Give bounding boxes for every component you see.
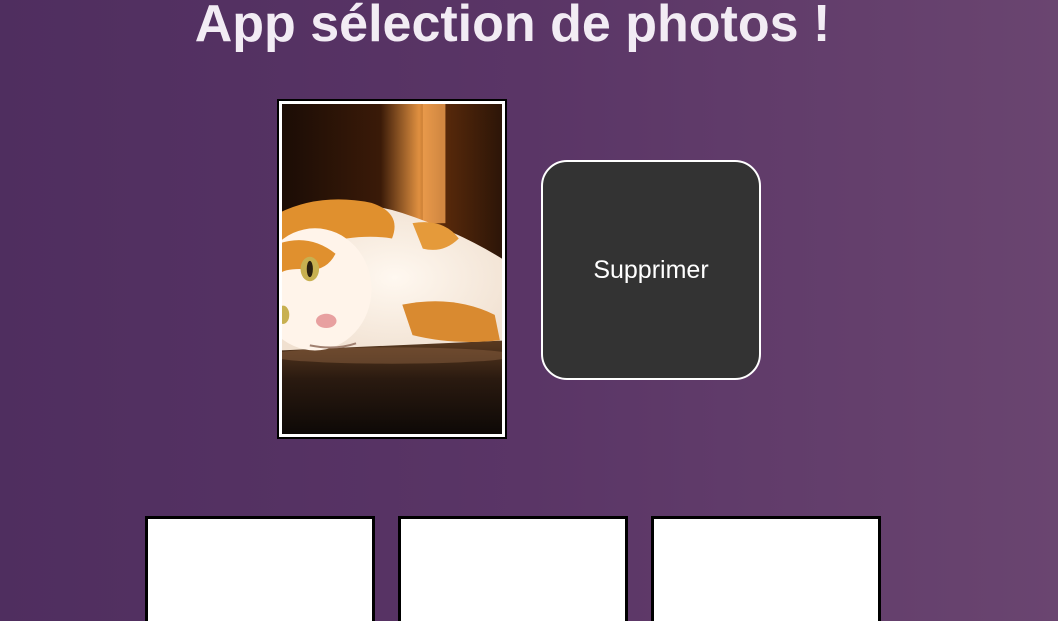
cat-photo-image	[279, 101, 505, 437]
page-title: App sélection de photos !	[194, 0, 831, 53]
thumbnail-slot-3[interactable]	[651, 516, 881, 621]
thumbnail-slot-1[interactable]	[145, 516, 375, 621]
delete-button[interactable]: Supprimer	[541, 160, 761, 380]
selected-photo[interactable]	[277, 99, 507, 439]
thumbnail-slot-2[interactable]	[398, 516, 628, 621]
